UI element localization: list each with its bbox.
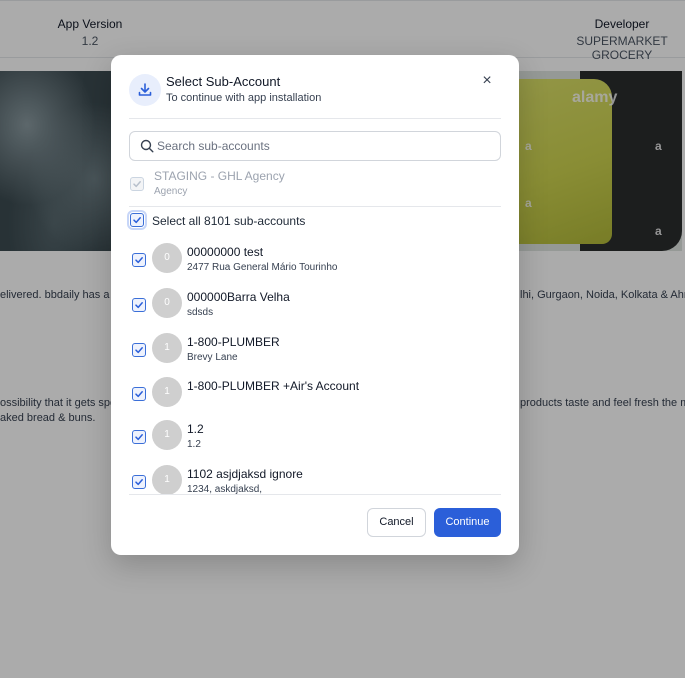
agency-option: STAGING - GHL Agency Agency (129, 169, 501, 205)
agency-checkbox (130, 177, 144, 191)
sub-account-checkbox[interactable] (132, 253, 146, 267)
sub-account-row[interactable]: 1 1-800-PLUMBER Brevy Lane (129, 331, 501, 371)
avatar: 1 (152, 420, 182, 450)
modal-subtitle: To continue with app installation (166, 92, 322, 104)
sub-account-name: 00000000 test (187, 245, 264, 259)
footer-divider (129, 494, 501, 495)
search-box[interactable] (129, 131, 501, 161)
avatar: 1 (152, 377, 182, 407)
search-input[interactable] (157, 134, 487, 158)
agency-divider (129, 206, 501, 207)
sub-account-address: Brevy Lane (187, 352, 238, 363)
sub-account-checkbox[interactable] (132, 475, 146, 489)
app-details-page: App Version 1.2 Developer SUPERMARKET GR… (0, 0, 685, 678)
sub-account-row[interactable]: 0 000000Barra Velha sdsds (129, 286, 501, 326)
avatar: 1 (152, 465, 182, 494)
avatar: 0 (152, 288, 182, 318)
sub-account-checkbox[interactable] (132, 343, 146, 357)
sub-account-name: 1.2 (187, 422, 204, 436)
sub-account-address: 2477 Rua General Mário Tourinho (187, 262, 338, 273)
avatar: 0 (152, 243, 182, 273)
header-divider (129, 118, 501, 119)
modal-title: Select Sub-Account (166, 74, 281, 89)
sub-account-name: 000000Barra Velha (187, 290, 290, 304)
sub-account-row[interactable]: 1 1.2 1.2 (129, 418, 501, 458)
sub-account-address: 1.2 (187, 439, 201, 450)
select-sub-account-modal: Select Sub-Account To continue with app … (111, 55, 519, 555)
sub-account-address: 1234, askdjaksd, (187, 484, 263, 494)
sub-account-name: 1102 asjdjaksd ignore (187, 467, 303, 481)
sub-account-list[interactable]: 0 00000000 test 2477 Rua General Mário T… (129, 240, 501, 494)
sub-account-checkbox[interactable] (132, 430, 146, 444)
sub-account-row[interactable]: 0 00000000 test 2477 Rua General Mário T… (129, 241, 501, 281)
select-all-label: Select all 8101 sub-accounts (152, 214, 306, 228)
search-icon (140, 139, 154, 158)
select-all-option[interactable]: Select all 8101 sub-accounts (127, 210, 501, 232)
close-icon[interactable]: × (477, 71, 497, 91)
cancel-button[interactable]: Cancel (367, 508, 426, 537)
avatar: 1 (152, 333, 182, 363)
sub-account-row[interactable]: 1 1102 asjdjaksd ignore 1234, askdjaksd, (129, 463, 501, 494)
sub-account-checkbox[interactable] (132, 387, 146, 401)
agency-name: STAGING - GHL Agency (154, 169, 285, 183)
download-icon (129, 74, 161, 106)
sub-account-name: 1-800-PLUMBER +Air's Account (187, 379, 360, 393)
sub-account-name: 1-800-PLUMBER (187, 335, 280, 349)
agency-type: Agency (154, 186, 188, 197)
sub-account-checkbox[interactable] (132, 298, 146, 312)
sub-account-row[interactable]: 1 1-800-PLUMBER +Air's Account (129, 375, 501, 415)
select-all-checkbox[interactable] (127, 210, 147, 230)
sub-account-address: sdsds (187, 307, 214, 318)
continue-button[interactable]: Continue (434, 508, 501, 537)
